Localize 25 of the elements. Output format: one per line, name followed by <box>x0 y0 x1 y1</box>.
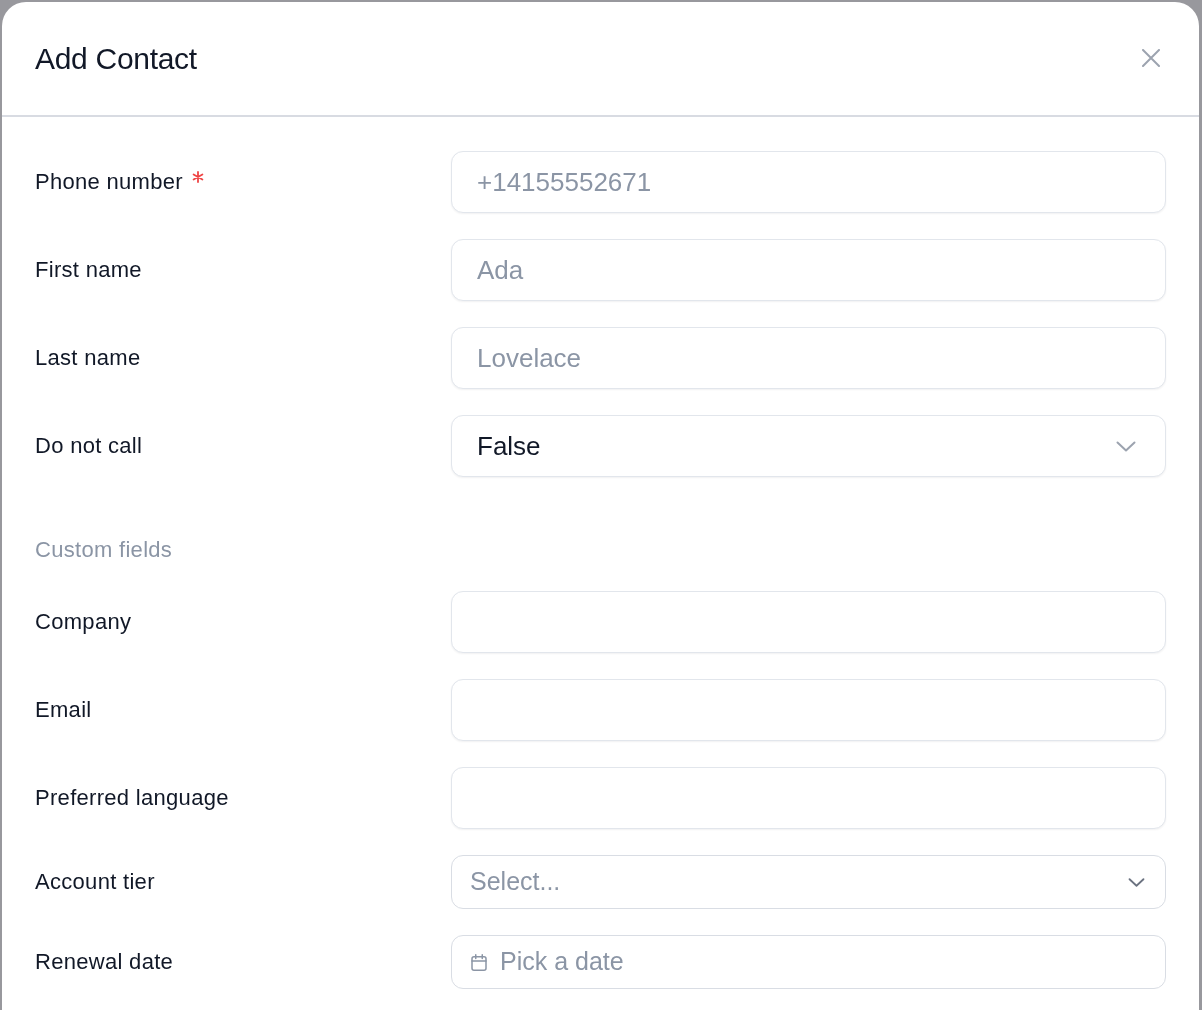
chevron-down-icon <box>1128 877 1145 887</box>
text-input[interactable] <box>451 591 1166 653</box>
text-input[interactable]: Ada <box>451 239 1166 301</box>
field-label: Preferred language <box>35 784 229 812</box>
field-label: Company <box>35 608 132 636</box>
select-field[interactable]: Select... <box>451 855 1166 909</box>
calendar-icon <box>471 953 487 971</box>
field-label: Email <box>35 696 92 724</box>
field-label: Last name <box>35 344 141 372</box>
chevron-down-icon <box>1116 440 1136 452</box>
close-button[interactable] <box>1141 47 1161 68</box>
dialog-title: Add Contact <box>35 40 197 77</box>
select-field[interactable]: False <box>451 415 1166 477</box>
field-label: Phone number <box>35 168 183 196</box>
text-input[interactable] <box>451 767 1166 829</box>
field-label: Do not call <box>35 432 143 460</box>
text-input[interactable]: Lovelace <box>451 327 1166 389</box>
field-label: Account tier <box>35 868 155 896</box>
date-picker-field[interactable]: Pick a date <box>451 935 1166 989</box>
section-heading: Custom fields <box>35 536 173 564</box>
text-input[interactable]: +14155552671 <box>451 151 1166 213</box>
text-input[interactable] <box>451 679 1166 741</box>
field-label: First name <box>35 256 142 284</box>
close-icon <box>1142 48 1160 67</box>
field-label: Renewal date <box>35 948 174 976</box>
